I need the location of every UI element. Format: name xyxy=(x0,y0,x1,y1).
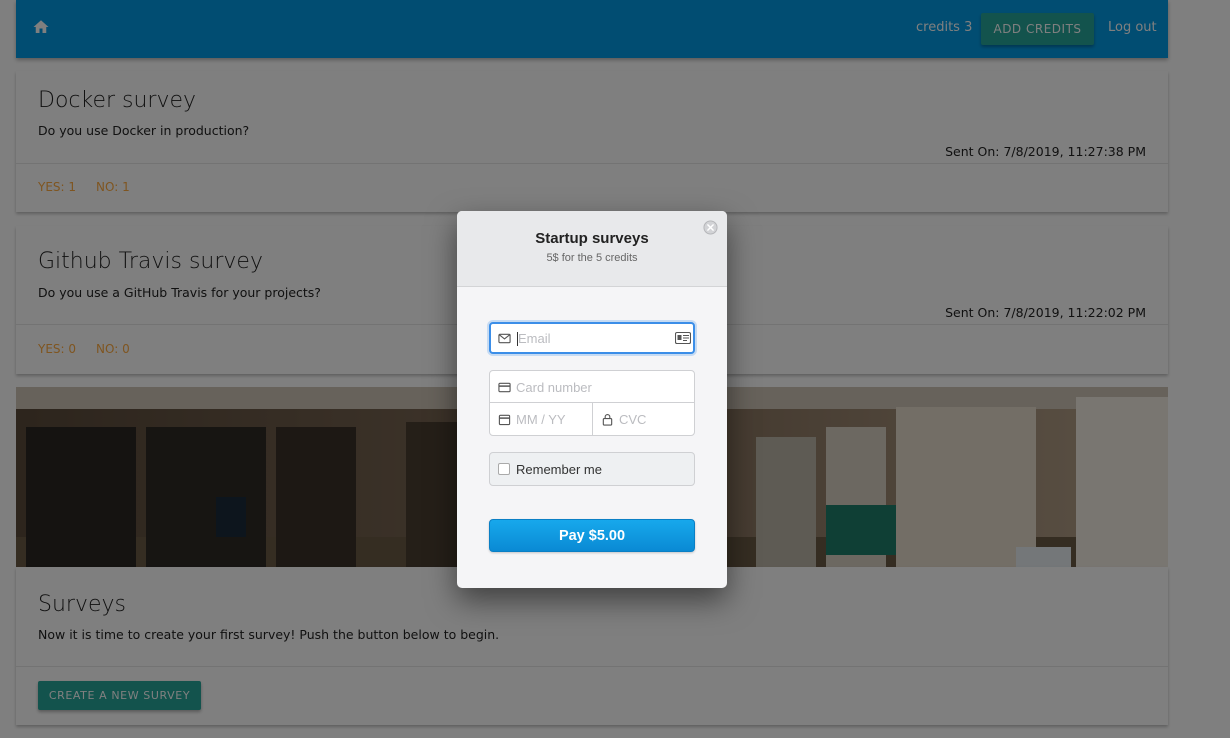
calendar-icon xyxy=(498,414,511,426)
remember-label: Remember me xyxy=(516,462,602,477)
cvc-placeholder: CVC xyxy=(619,412,647,427)
close-icon[interactable] xyxy=(703,220,718,235)
mail-icon xyxy=(498,333,511,344)
contact-card-icon[interactable] xyxy=(675,331,691,345)
expiry-field[interactable]: MM / YY xyxy=(489,402,593,436)
card-number-placeholder: Card number xyxy=(516,380,592,395)
expiry-placeholder: MM / YY xyxy=(516,412,566,427)
checkout-modal: Startup surveys 5$ for the 5 credits Ema… xyxy=(457,211,727,588)
email-placeholder: Email xyxy=(518,331,551,346)
remember-checkbox[interactable] xyxy=(498,463,510,475)
remember-me-row[interactable]: Remember me xyxy=(489,452,695,486)
checkout-subtitle: 5$ for the 5 credits xyxy=(546,252,638,264)
cvc-field[interactable]: CVC xyxy=(592,402,695,436)
card-number-field[interactable]: Card number xyxy=(489,370,695,403)
credit-card-icon xyxy=(498,382,511,393)
checkout-header: Startup surveys 5$ for the 5 credits xyxy=(457,211,727,287)
lock-icon xyxy=(602,414,613,426)
checkout-title: Startup surveys xyxy=(535,230,649,247)
pay-button[interactable]: Pay $5.00 xyxy=(489,519,695,552)
email-field[interactable]: Email xyxy=(489,322,695,354)
